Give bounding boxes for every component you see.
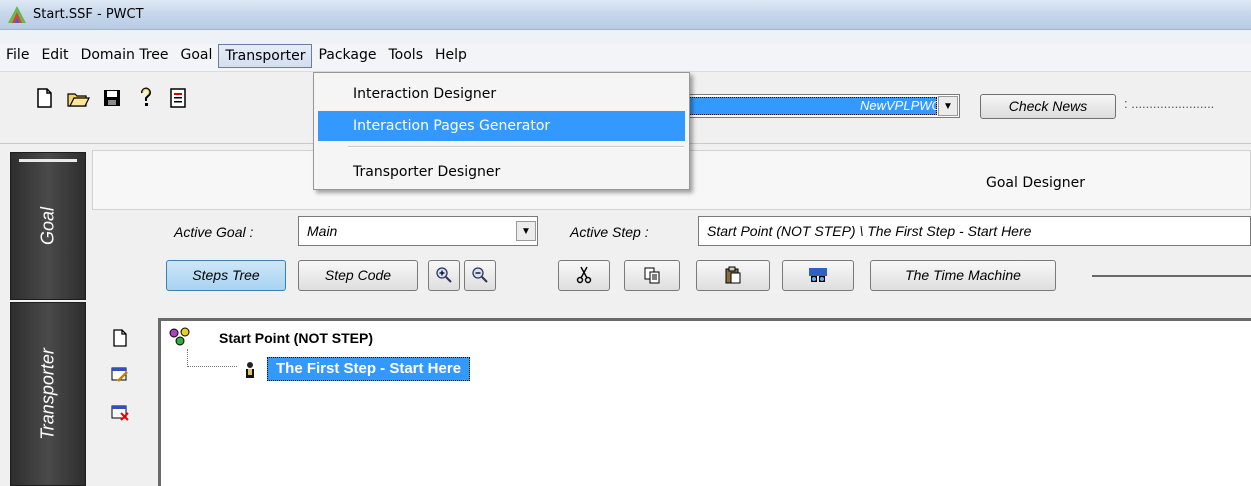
step-node-icon bbox=[243, 361, 257, 379]
steps-tree-button[interactable]: Steps Tree bbox=[166, 260, 286, 291]
tab-goal-label: Goal bbox=[37, 206, 58, 246]
step-code-button[interactable]: Step Code bbox=[298, 260, 418, 291]
active-goal-select[interactable]: Main ▼ bbox=[298, 216, 538, 246]
open-folder-icon[interactable] bbox=[66, 86, 90, 110]
check-news-button[interactable]: Check News bbox=[980, 94, 1116, 119]
tab-transporter[interactable]: Transporter bbox=[10, 302, 86, 486]
chevron-down-icon[interactable]: ▼ bbox=[516, 221, 536, 241]
active-step-field[interactable]: Start Point (NOT STEP) \ The First Step … bbox=[698, 216, 1251, 246]
goal-toolbar: Steps Tree Step Code The Time Machine bbox=[92, 256, 1251, 296]
goal-designer-title: Goal Designer bbox=[986, 175, 1086, 191]
active-step-value: Start Point (NOT STEP) \ The First Step … bbox=[707, 223, 1032, 239]
time-slider-track[interactable] bbox=[1092, 275, 1251, 277]
tree-child-node[interactable]: The First Step - Start Here bbox=[267, 357, 471, 381]
active-goal-label: Active Goal : bbox=[174, 224, 254, 240]
transporter-menu: Interaction Designer Interaction Pages G… bbox=[313, 72, 690, 190]
tab-grip bbox=[19, 159, 77, 162]
cut-icon[interactable] bbox=[558, 260, 610, 291]
menu-item-interaction-designer[interactable]: Interaction Designer bbox=[318, 79, 685, 109]
new-file-icon[interactable] bbox=[32, 86, 56, 110]
chevron-down-icon[interactable]: ▼ bbox=[938, 96, 958, 116]
active-goal-value: Main bbox=[307, 223, 338, 239]
paste-icon[interactable] bbox=[696, 260, 770, 291]
menu-transporter[interactable]: Transporter bbox=[218, 44, 313, 68]
zoom-in-icon[interactable] bbox=[428, 260, 460, 291]
menu-tools[interactable]: Tools bbox=[383, 44, 430, 68]
active-step-label: Active Step : bbox=[570, 224, 649, 240]
menu-separator bbox=[348, 146, 684, 148]
menu-help[interactable]: Help bbox=[429, 44, 473, 68]
news-source-value: NewVPLPWCT bbox=[683, 97, 949, 115]
vertical-tab-strip: Goal Transporter bbox=[0, 144, 92, 486]
tab-transporter-label: Transporter bbox=[37, 348, 58, 440]
new-step-icon[interactable] bbox=[110, 328, 130, 348]
menu-edit[interactable]: Edit bbox=[35, 44, 74, 68]
tab-goal[interactable]: Goal bbox=[10, 152, 86, 300]
tree-connector bbox=[187, 349, 237, 367]
news-source-select[interactable]: NewVPLPWCT ▼ bbox=[680, 94, 960, 118]
delete-step-icon[interactable] bbox=[110, 402, 130, 422]
app-logo-icon bbox=[8, 6, 26, 23]
steps-tree[interactable]: Start Point (NOT STEP) The First Step - … bbox=[158, 318, 1251, 486]
news-status-text: : ....................... bbox=[1124, 96, 1215, 111]
edit-step-icon[interactable] bbox=[110, 364, 130, 384]
window-title: Start.SSF - PWCT bbox=[33, 7, 144, 22]
copy-icon[interactable] bbox=[624, 260, 680, 291]
step-action-strip bbox=[92, 316, 154, 486]
title-bar: Start.SSF - PWCT bbox=[0, 0, 1251, 30]
help-key-icon[interactable] bbox=[134, 86, 158, 110]
form-icon[interactable] bbox=[166, 86, 190, 110]
menu-item-interaction-pages-generator[interactable]: Interaction Pages Generator bbox=[318, 111, 685, 141]
zoom-out-icon[interactable] bbox=[464, 260, 496, 291]
tree-root-node[interactable]: Start Point (NOT STEP) bbox=[219, 330, 373, 346]
active-goal-row: Active Goal : Main ▼ Active Step : Start… bbox=[92, 210, 1251, 254]
root-node-icon bbox=[169, 327, 191, 347]
menu-domain-tree[interactable]: Domain Tree bbox=[75, 44, 175, 68]
menu-bar: File Edit Domain Tree Goal Transporter P… bbox=[0, 30, 1251, 72]
menu-item-transporter-designer[interactable]: Transporter Designer bbox=[318, 157, 685, 187]
menu-goal[interactable]: Goal bbox=[175, 44, 219, 68]
menu-file[interactable]: File bbox=[0, 44, 35, 68]
time-machine-button[interactable]: The Time Machine bbox=[870, 260, 1056, 291]
save-disk-icon[interactable] bbox=[100, 86, 124, 110]
menu-package[interactable]: Package bbox=[312, 44, 382, 68]
find-icon[interactable] bbox=[782, 260, 854, 291]
